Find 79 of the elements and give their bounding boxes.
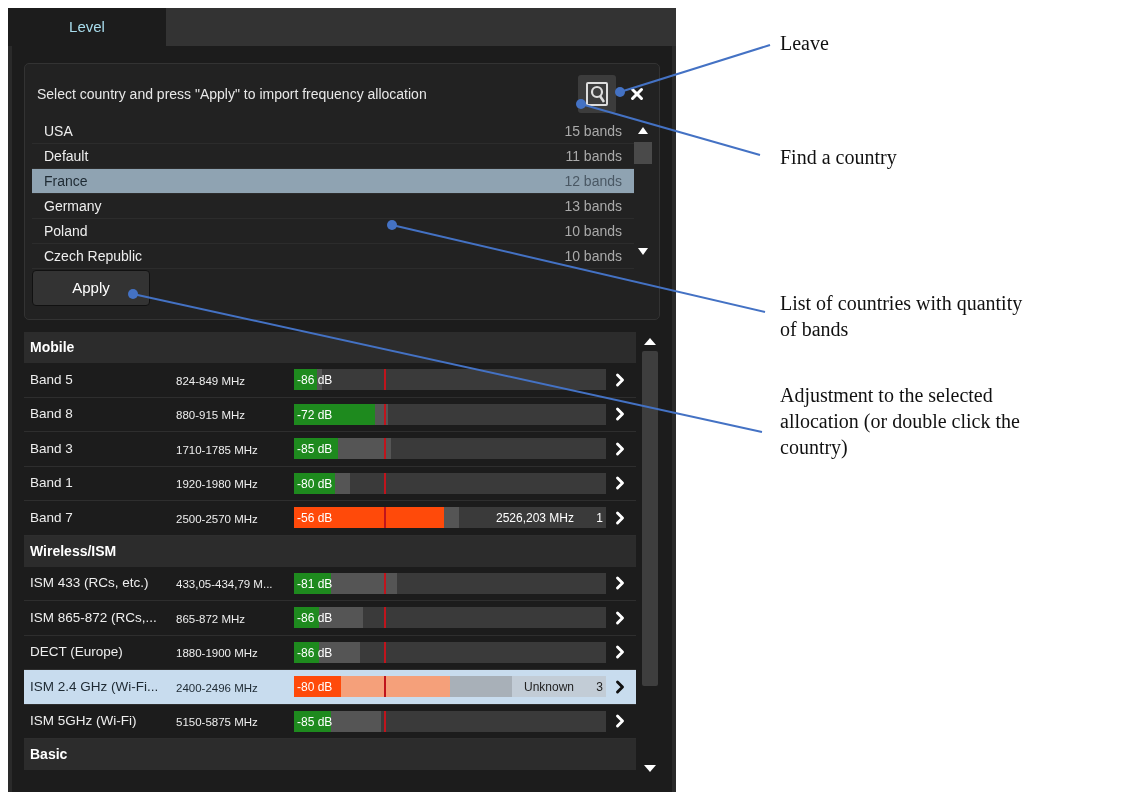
- band-range: 2500-2570 MHz: [176, 511, 259, 527]
- band-name: ISM 433 (RCs, etc.): [30, 574, 150, 593]
- band-row[interactable]: Band 7 2500-2570 MHz -56 dB 2526,203 MHz 1: [24, 501, 636, 536]
- band-count: 13 bands: [564, 196, 622, 216]
- group-header: Basic: [24, 739, 636, 770]
- band-range: 2400-2496 MHz: [176, 680, 259, 696]
- band-row[interactable]: ISM 865-872 (RCs,... 865-872 MHz -86 dB: [24, 601, 636, 636]
- callout-text: Find a country: [780, 145, 898, 170]
- scroll-down-icon: [644, 765, 656, 772]
- detection-count: 3: [596, 679, 603, 697]
- group-header: Mobile: [24, 332, 636, 363]
- group-header: Wireless/ISM: [24, 535, 636, 567]
- search-icon: [586, 82, 608, 106]
- band-range: 433,05-434,79 M...: [176, 577, 274, 593]
- band-row[interactable]: Band 1 1920-1980 MHz -80 dB: [24, 466, 636, 501]
- country-name: USA: [44, 121, 74, 141]
- band-count: 15 bands: [564, 121, 622, 141]
- country-name: Poland: [44, 221, 89, 241]
- band-name: ISM 865-872 (RCs,...: [30, 608, 158, 627]
- detected-frequency: 2526,203 MHz: [495, 510, 574, 528]
- search-button[interactable]: [578, 75, 616, 113]
- country-row[interactable]: USA 15 bands: [32, 119, 634, 144]
- scroll-thumb[interactable]: [634, 142, 652, 164]
- country-row[interactable]: France 12 bands: [32, 169, 634, 194]
- level-reading: -80 dB: [297, 679, 333, 697]
- band-row[interactable]: Band 5 824-849 MHz -86 dB: [24, 363, 636, 398]
- country-name: France: [44, 171, 89, 191]
- band-name: Band 3: [30, 439, 74, 458]
- scroll-thumb[interactable]: [642, 351, 658, 686]
- country-row[interactable]: Czech Republic 10 bands: [32, 244, 634, 269]
- band-count: 11 bands: [565, 146, 622, 166]
- country-name: Czech Republic: [44, 246, 144, 266]
- band-row[interactable]: ISM 2.4 GHz (Wi-Fi... 2400-2496 MHz -80 dB Unknown 3: [24, 670, 636, 705]
- scroll-down-icon: [638, 248, 648, 255]
- callout-text: List of countries with quantity of bands: [780, 291, 1024, 342]
- level-reading: -85 dB: [297, 713, 333, 731]
- level-tab[interactable]: Level: [8, 8, 166, 46]
- band-range: 824-849 MHz: [176, 373, 247, 389]
- level-reading: -86 dB: [297, 610, 333, 628]
- band-row[interactable]: ISM 433 (RCs, etc.) 433,05-434,79 M... -81 dB: [24, 566, 636, 601]
- band-range: 1920-1980 MHz: [176, 477, 259, 493]
- band-name: Band 8: [30, 405, 74, 424]
- import-prompt: Select country and press "Apply" to import frequency allocation: [36, 84, 428, 104]
- band-range: 880-915 MHz: [176, 408, 247, 424]
- band-name: Band 5: [30, 370, 74, 389]
- band-row[interactable]: Band 8 880-915 MHz -72 dB: [24, 397, 636, 432]
- close-icon: [628, 85, 646, 103]
- callout-text: Adjustment to the selected allocation (or double click the country): [780, 383, 1021, 460]
- band-name: Band 7: [30, 508, 74, 527]
- scroll-up-icon: [644, 338, 656, 345]
- country-name: Default: [44, 146, 90, 166]
- scroll-up-icon: [638, 127, 648, 134]
- band-name: ISM 2.4 GHz (Wi-Fi...: [30, 677, 160, 696]
- callout-text: Leave: [780, 31, 830, 56]
- level-reading: -80 dB: [297, 475, 333, 493]
- band-range: 1880-1900 MHz: [176, 646, 259, 662]
- country-row[interactable]: Germany 13 bands: [32, 194, 634, 219]
- band-name: ISM 5GHz (Wi-Fi): [30, 712, 138, 731]
- band-name: DECT (Europe): [30, 643, 124, 662]
- band-range: 1710-1785 MHz: [176, 442, 259, 458]
- band-row[interactable]: DECT (Europe) 1880-1900 MHz -86 dB: [24, 635, 636, 670]
- country-name: Germany: [44, 196, 103, 216]
- level-reading: -72 dB: [297, 406, 333, 424]
- band-count: 10 bands: [564, 221, 622, 241]
- detected-frequency: Unknown: [523, 679, 574, 697]
- band-count: 10 bands: [564, 246, 622, 266]
- band-count: 12 bands: [564, 171, 622, 191]
- level-reading: -85 dB: [297, 441, 333, 459]
- level-reading: -56 dB: [297, 510, 333, 528]
- band-row[interactable]: Band 3 1710-1785 MHz -85 dB: [24, 432, 636, 467]
- level-reading: -86 dB: [297, 372, 333, 390]
- band-range: 865-872 MHz: [176, 611, 247, 627]
- band-range: 5150-5875 MHz: [176, 715, 259, 731]
- band-name: Band 1: [30, 474, 74, 493]
- apply-button[interactable]: Apply: [32, 270, 150, 306]
- level-reading: -81 dB: [297, 575, 333, 593]
- detection-count: 1: [596, 510, 603, 528]
- band-row[interactable]: ISM 5GHz (Wi-Fi) 5150-5875 MHz -85 dB: [24, 704, 636, 739]
- level-reading: -86 dB: [297, 644, 333, 662]
